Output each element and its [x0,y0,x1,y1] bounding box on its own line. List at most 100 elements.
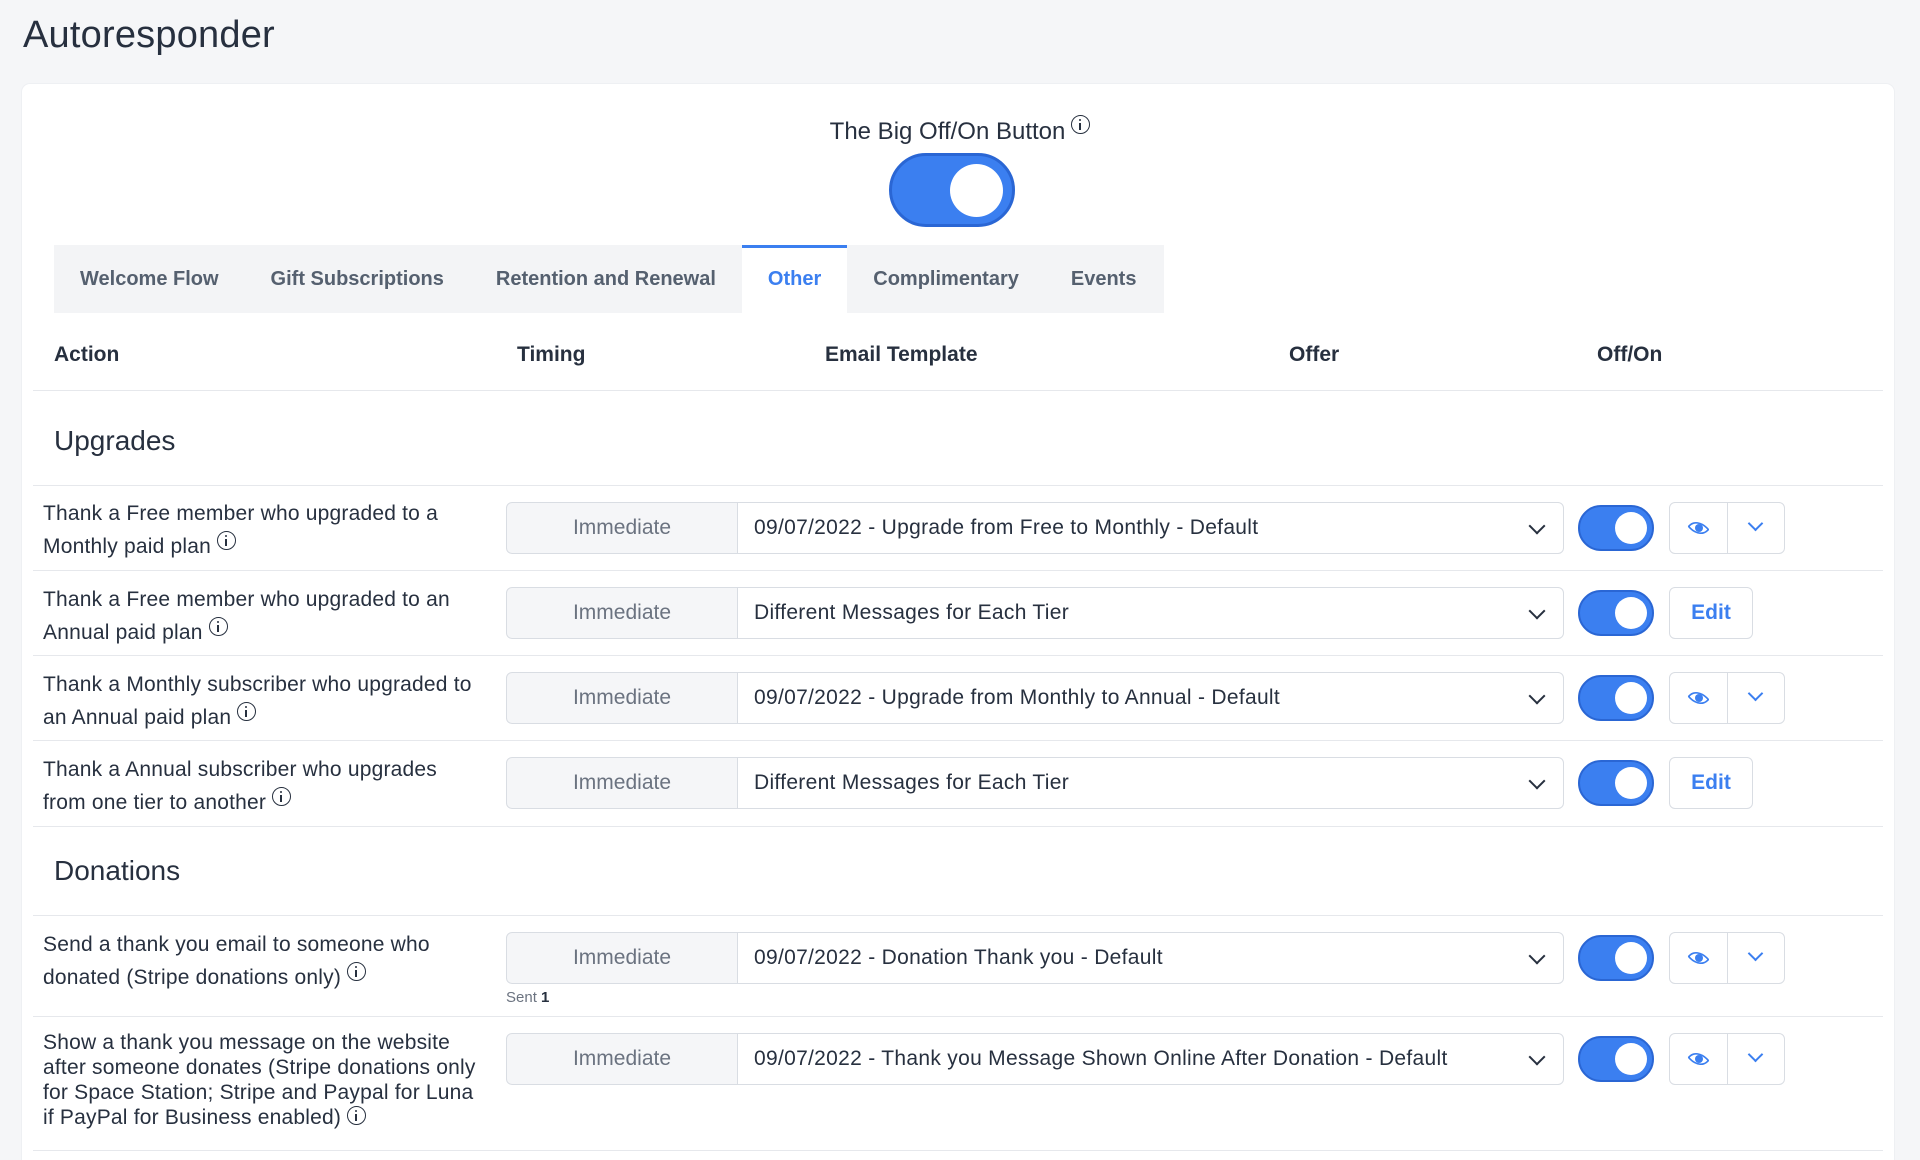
timing-field[interactable]: Immediate [506,932,738,984]
preview-button-group [1669,672,1785,724]
divider [33,655,1883,656]
preview-button[interactable] [1670,503,1727,553]
info-icon[interactable] [237,702,257,721]
tab-complimentary[interactable]: Complimentary [847,245,1045,313]
row-toggle[interactable] [1578,675,1654,721]
timing-field[interactable]: Immediate [506,757,738,809]
action-text: Thank a Free member who upgraded to an A… [43,588,450,644]
divider [33,1150,1883,1151]
preview-button[interactable] [1670,1034,1727,1084]
master-toggle[interactable] [889,153,1015,227]
timing-field[interactable]: Immediate [506,672,738,724]
master-switch-label-wrap: The Big Off/On Button [0,115,1920,146]
action-text: Thank a Annual subscriber who upgrades f… [43,758,438,814]
chevron-down-icon [1747,1046,1763,1063]
template-value: Different Messages for Each Tier [754,601,1070,624]
tab-gift-subscriptions[interactable]: Gift Subscriptions [245,245,470,313]
action-label: Thank a Monthly subscriber who upgraded … [43,668,483,734]
toggle-knob [950,164,1003,217]
expand-button[interactable] [1726,673,1785,723]
divider [33,1016,1883,1017]
action-label: Send a thank you email to someone who do… [43,928,483,994]
action-text: Thank a Free member who upgraded to a Mo… [43,502,438,558]
tab-events[interactable]: Events [1045,245,1163,313]
eye-pupil [1695,694,1703,702]
preview-button[interactable] [1670,673,1727,723]
toggle-knob [1615,597,1647,629]
divider [33,826,1883,827]
section-title-upgrades: Upgrades [54,425,176,456]
expand-button[interactable] [1726,1034,1785,1084]
chevron-down-icon [1747,515,1763,532]
sent-label: Sent [506,989,537,1006]
template-value: 09/07/2022 - Thank you Message Shown Onl… [754,1047,1448,1070]
tab-retention-renewal[interactable]: Retention and Renewal [470,245,742,313]
column-header-template: Email Template [825,343,978,366]
sent-value: 1 [541,989,550,1006]
tab-other[interactable]: Other [741,245,848,313]
action-label: Thank a Free member who upgraded to an A… [43,583,483,649]
edit-button[interactable]: Edit [1669,587,1753,639]
template-select[interactable]: Different Messages for Each Tier [737,587,1564,639]
chevron-down-icon [1528,517,1546,535]
expand-button[interactable] [1726,933,1785,983]
eye-pupil [1695,954,1703,962]
row-toggle[interactable] [1578,760,1654,806]
timing-field[interactable]: Immediate [506,502,738,554]
template-select[interactable]: 09/07/2022 - Upgrade from Monthly to Ann… [737,672,1564,724]
toggle-knob [1615,1043,1647,1075]
template-select[interactable]: 09/07/2022 - Donation Thank you - Defaul… [737,932,1564,984]
chevron-down-icon [1528,687,1546,705]
template-value: Different Messages for Each Tier [754,771,1070,794]
column-header-offer: Offer [1289,343,1340,366]
action-label: Show a thank you message on the website … [43,1030,483,1130]
chevron-down-icon [1528,602,1546,620]
toggle-knob [1615,512,1647,544]
page-title: Autoresponder [23,14,275,56]
eye-pupil [1695,524,1703,532]
action-text: Show a thank you message on the website … [43,1031,476,1129]
info-icon[interactable] [208,617,228,636]
action-label: Thank a Free member who upgraded to a Mo… [43,497,483,563]
preview-button-group [1669,1033,1785,1085]
divider [33,390,1883,391]
divider [33,740,1883,741]
expand-button[interactable] [1726,503,1785,553]
column-header-action: Action [54,343,120,366]
timing-field[interactable]: Immediate [506,1033,738,1085]
chevron-down-icon [1747,685,1763,702]
chevron-down-icon [1528,947,1546,965]
edit-button[interactable]: Edit [1669,757,1753,809]
column-header-onoff: Off/On [1597,343,1663,366]
template-select[interactable]: 09/07/2022 - Thank you Message Shown Onl… [737,1033,1564,1085]
action-text: Thank a Monthly subscriber who upgraded … [43,673,472,729]
column-header-timing: Timing [517,343,586,366]
row-toggle[interactable] [1578,505,1654,551]
template-select[interactable]: 09/07/2022 - Upgrade from Free to Monthl… [737,502,1564,554]
template-value: 09/07/2022 - Upgrade from Monthly to Ann… [754,686,1281,709]
info-icon[interactable] [347,1106,367,1125]
info-icon[interactable] [347,962,367,981]
template-value: 09/07/2022 - Upgrade from Free to Monthl… [754,516,1259,539]
row-toggle[interactable] [1578,1036,1654,1082]
preview-button-group [1669,932,1785,984]
chevron-down-icon [1528,772,1546,790]
toggle-knob [1615,682,1647,714]
divider [33,570,1883,571]
toggle-knob [1615,942,1647,974]
row-toggle[interactable] [1578,935,1654,981]
preview-button[interactable] [1670,933,1727,983]
info-icon[interactable] [1071,115,1091,134]
section-title-donations: Donations [54,855,181,886]
template-select[interactable]: Different Messages for Each Tier [737,757,1564,809]
info-icon[interactable] [217,531,237,550]
row-toggle[interactable] [1578,590,1654,636]
divider [33,485,1883,486]
master-switch-label: The Big Off/On Button [829,118,1066,145]
timing-field[interactable]: Immediate [506,587,738,639]
sent-count: Sent 1 [506,989,549,1006]
divider [33,915,1883,916]
tab-welcome-flow[interactable]: Welcome Flow [54,245,245,313]
info-icon[interactable] [272,787,292,806]
chevron-down-icon [1528,1048,1546,1066]
